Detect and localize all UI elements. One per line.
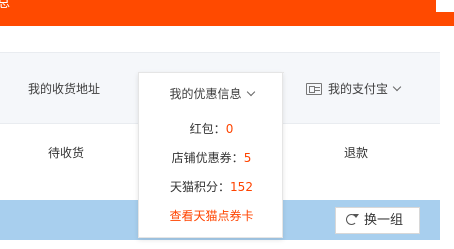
card-icon (306, 82, 322, 95)
nav-address-label: 我的收货地址 (28, 82, 101, 96)
shop-coupon-line: 店铺优惠券：5 (139, 149, 284, 166)
nav-address-link[interactable]: 我的收货地址 (28, 53, 100, 125)
shop-coupon-value[interactable]: 5 (244, 151, 252, 165)
swap-group-label: 换一组 (364, 213, 404, 228)
tmall-points-value[interactable]: 152 (230, 180, 253, 194)
chevron-down-icon (392, 82, 402, 92)
shop-coupon-label: 店铺优惠券： (171, 151, 244, 165)
status-refund[interactable]: 退款 (344, 124, 368, 182)
coupon-dropdown-title: 我的优惠信息 (169, 87, 242, 101)
header-spacer (0, 26, 454, 52)
nav-alipay-label: 我的支付宝 (328, 82, 389, 96)
bottom-spacer (0, 240, 454, 249)
right-margin (440, 52, 454, 200)
coupon-dropdown-trigger[interactable]: 我的优惠信息 (139, 72, 284, 115)
red-packet-line: 红包：0 (139, 120, 284, 137)
nav-alipay-link[interactable]: 我的支付宝 (306, 53, 402, 125)
header-text-fragment: 总 (0, 0, 11, 11)
red-packet-label: 红包： (189, 122, 226, 136)
tmall-points-line: 天猫积分：152 (139, 178, 284, 195)
red-packet-value[interactable]: 0 (226, 122, 234, 136)
status-pending-receipt[interactable]: 待收货 (48, 124, 84, 182)
view-vouchers-link[interactable]: 查看天猫点券卡 (139, 207, 284, 224)
chevron-down-icon (246, 87, 255, 97)
swap-group-button[interactable]: 换一组 (335, 207, 420, 234)
top-header-bar: 总 (0, 0, 454, 26)
header-right-box (436, 0, 454, 12)
status-pending-label: 待收货 (48, 146, 85, 160)
status-refund-label: 退款 (344, 146, 369, 160)
coupon-info-dropdown: 我的优惠信息 红包：0 店铺优惠券：5 天猫积分：152 查看天猫点券卡 (138, 72, 284, 238)
tmall-points-label: 天猫积分： (170, 180, 231, 194)
refresh-icon (346, 213, 359, 225)
